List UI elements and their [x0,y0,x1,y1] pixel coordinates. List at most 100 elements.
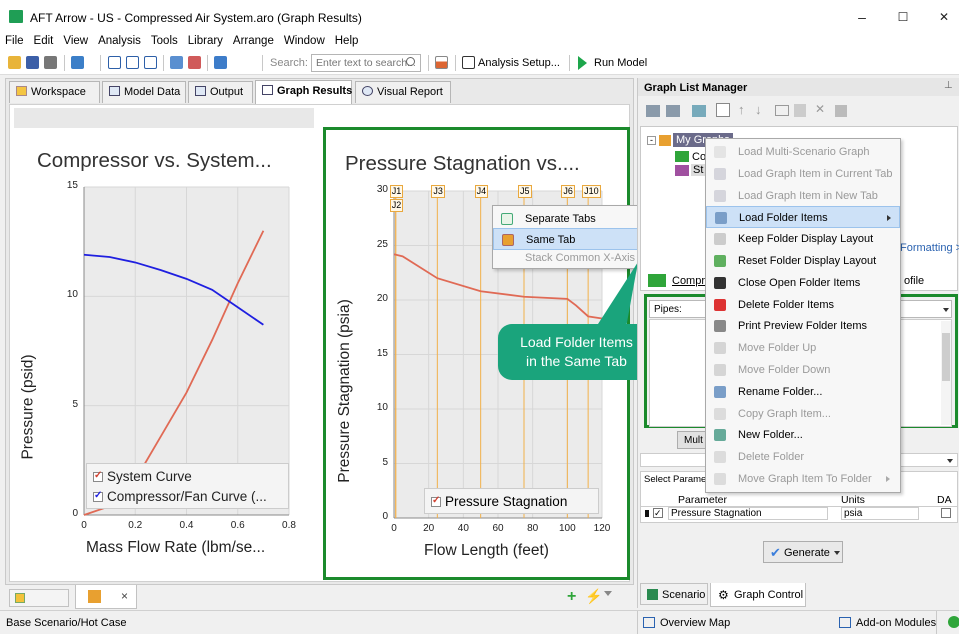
menu-tools[interactable]: Tools [146,33,183,49]
move-to-folder-icon[interactable] [835,105,847,117]
copy-icon[interactable] [794,104,806,117]
print-icon[interactable] [44,56,57,69]
collapse-icon[interactable]: - [647,136,656,145]
menu-file[interactable]: File [0,33,29,49]
scrollbar-thumb[interactable] [942,333,950,381]
menu-help[interactable]: Help [330,33,364,49]
tab-graph-control[interactable]: ⚙ Graph Control [710,583,806,607]
addon-modules-button[interactable]: Add-on Modules [856,617,936,629]
checkbox-icon [93,490,103,502]
print-preview-icon[interactable] [716,103,730,117]
chevron-down-icon[interactable] [834,551,840,555]
context-menu-item[interactable]: Move Folder Up [706,337,900,359]
tab-label: Model Data [124,86,181,98]
tab-output[interactable]: Output [188,81,253,103]
search-input[interactable] [311,54,421,72]
context-menu-item[interactable]: Close Open Folder Items [706,272,900,294]
context-menu-item[interactable]: Load Graph Item in New Tab [706,185,900,207]
graph-tab-2[interactable]: × [75,585,137,609]
run-model-button[interactable]: Run Model [594,57,647,69]
tab-workspace[interactable]: Workspace [9,81,100,103]
flask-icon[interactable] [435,56,448,69]
context-menu-item[interactable]: Load Graph Item in Current Tab [706,163,900,185]
rename-icon[interactable] [775,105,789,116]
menu-edit[interactable]: Edit [29,33,59,49]
context-menu-item[interactable]: Move Graph Item To Folder [706,468,900,490]
network-icon[interactable] [170,56,183,69]
layout-icon[interactable] [144,56,157,69]
pin-icon[interactable]: ⊥ [944,80,953,91]
context-menu-item[interactable]: Keep Folder Display Layout [706,228,900,250]
context-menu-item[interactable]: Print Preview Folder Items [706,315,900,337]
menu-library[interactable]: Library [183,33,228,49]
tab-graph-results[interactable]: Graph Results [255,80,352,104]
y-tick-label: 10 [66,289,78,301]
menu-analysis[interactable]: Analysis [93,33,146,49]
chart-pane-1[interactable]: Compressor vs. System... Pressure (psid)… [14,108,314,580]
legend-item[interactable]: System Curve [93,469,192,484]
menu-item-label: Move Folder Up [738,342,817,355]
close-tab-icon[interactable]: × [121,589,128,603]
context-menu-item[interactable]: Load Multi-Scenario Graph [706,141,900,163]
graph-icon [88,590,101,603]
folder-tree-icon[interactable] [692,105,706,117]
copy-icon[interactable] [71,56,84,69]
menu-item-icon [714,167,726,180]
load-icon[interactable] [646,105,660,117]
da-checkbox[interactable] [941,508,951,518]
legend-item[interactable]: Compressor/Fan Curve (... [93,489,267,504]
menu-arrange[interactable]: Arrange [228,33,279,49]
dropdown-icon[interactable] [604,591,612,596]
analysis-setup-button[interactable]: Analysis Setup... [478,57,560,69]
tab-model-data[interactable]: Model Data [102,81,186,103]
move-up-icon[interactable]: ↑ [738,102,745,117]
menu-window[interactable]: Window [279,33,330,49]
overview-map-icon [643,617,655,628]
menu-view[interactable]: View [58,33,93,49]
close-button[interactable]: ✕ [934,8,954,26]
lightning-icon[interactable]: ⚡ [585,588,602,605]
context-menu-item[interactable]: Delete Folder Items [706,294,900,316]
graph-tab-1[interactable] [9,589,69,607]
menu-item-label: Reset Folder Display Layout [738,255,877,267]
tree-item[interactable]: Co [692,151,706,163]
delete-icon[interactable]: ✕ [815,102,825,116]
tab-scenario[interactable]: Scenario [640,583,708,605]
parameter-checkbox[interactable]: ✓ [653,508,663,518]
context-menu-item[interactable]: New Folder... [706,424,900,446]
maximize-button[interactable]: ☐ [893,8,913,26]
search-icon[interactable] [406,57,415,66]
tree-item[interactable]: St [691,164,706,176]
open-icon[interactable] [8,56,21,69]
callout-line-1: Load Folder Items [520,334,633,350]
menu-bar: File Edit View Analysis Tools Library Arrange W… [0,33,959,51]
run-icon[interactable] [578,56,587,70]
tab-visual-report[interactable]: Visual Report [355,81,451,103]
network2-icon[interactable] [188,56,201,69]
context-menu-item[interactable]: Rename Folder... [706,381,900,403]
tab-label: Output [210,86,244,98]
move-down-icon[interactable]: ↓ [755,102,762,117]
context-menu-item[interactable]: Reset Folder Display Layout [706,250,900,272]
scrollbar[interactable] [941,321,951,425]
overview-map-button[interactable]: Overview Map [660,617,730,629]
context-menu-item[interactable]: Delete Folder [706,446,900,468]
chart-legend: Pressure Stagnation [424,488,599,514]
minimize-button[interactable]: – [852,8,872,26]
context-menu-item[interactable]: Copy Graph Item... [706,403,900,425]
window-icon[interactable] [108,56,121,69]
add-graph-icon[interactable]: + [567,588,576,606]
report-icon[interactable] [214,56,227,69]
load-tab-icon[interactable] [666,105,680,117]
analysis-setup-icon[interactable] [462,56,475,69]
generate-button[interactable]: ✔ Generate [763,541,843,563]
split-icon[interactable] [126,56,139,69]
parameter-name-field[interactable]: Pressure Stagnation [668,507,828,520]
formatting-link[interactable]: Formatting > [900,242,959,254]
y-tick-label: 15 [376,347,388,359]
save-icon[interactable] [26,56,39,69]
context-menu-item[interactable]: Load Folder Items [706,206,900,229]
context-menu-item[interactable]: Move Folder Down [706,359,900,381]
units-field[interactable]: psia [841,507,919,520]
legend-item[interactable]: Pressure Stagnation [431,494,567,509]
